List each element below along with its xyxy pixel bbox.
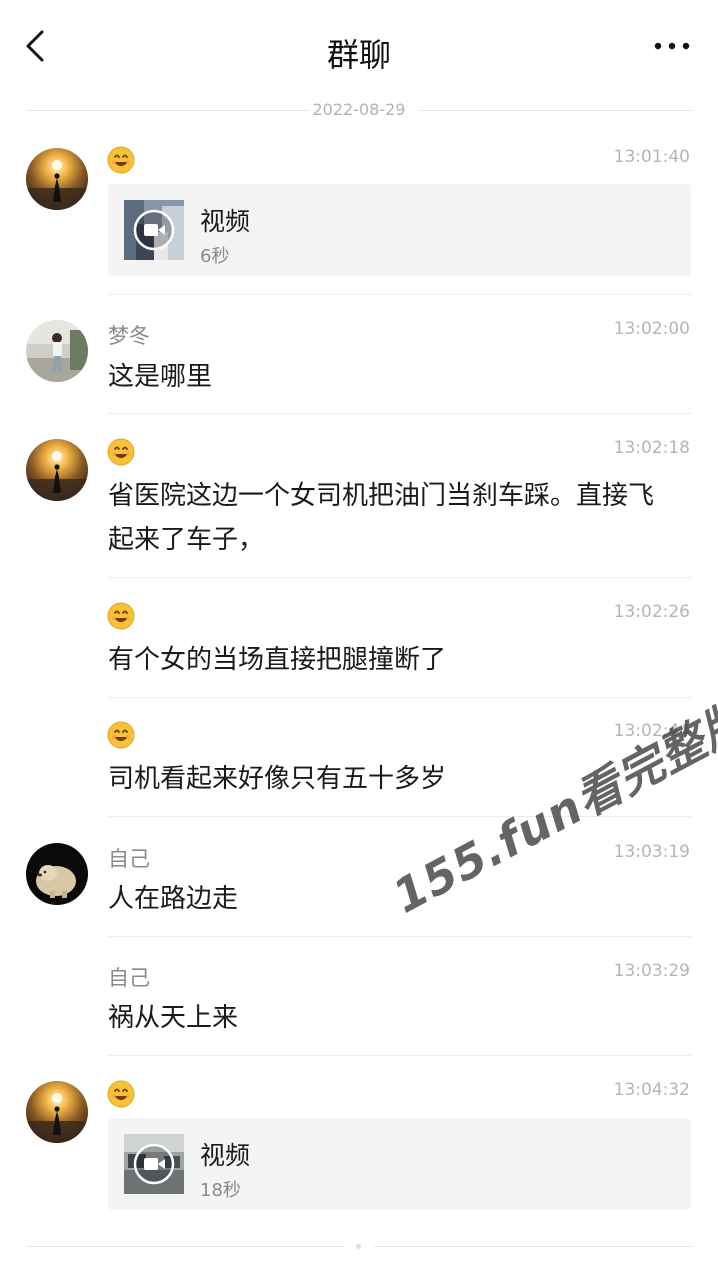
separator-dot bbox=[356, 1244, 361, 1249]
message-divider bbox=[108, 1055, 691, 1056]
chat-header: 群聊 bbox=[0, 0, 718, 98]
message-text: 有个女的当场直接把腿撞断了 bbox=[108, 645, 447, 675]
message-divider bbox=[108, 577, 691, 578]
message-time: 13:02:18 bbox=[613, 438, 690, 458]
avatar[interactable] bbox=[26, 843, 88, 905]
avatar[interactable] bbox=[26, 320, 88, 382]
message-item: 13:01:40 视频 6秒 bbox=[0, 140, 718, 300]
message-item: 13:02:26 有个女的当场直接把腿撞断了 bbox=[0, 597, 718, 701]
video-label: 视频 bbox=[200, 1141, 251, 1170]
avatar[interactable] bbox=[26, 439, 88, 501]
message-item: 13:02:18 省医院这边一个女司机把油门当刹车踩。直接飞起来了车子， bbox=[0, 430, 718, 582]
smiley-emoji-icon bbox=[107, 438, 135, 466]
page-title: 群聊 bbox=[326, 36, 391, 74]
message-time: 13:03:29 bbox=[613, 961, 690, 981]
message-divider bbox=[108, 294, 691, 295]
smiley-emoji-icon bbox=[107, 602, 135, 630]
video-duration: 18秒 bbox=[200, 1180, 241, 1201]
message-text: 祸从天上来 bbox=[108, 1003, 239, 1033]
message-item: 自己 13:03:29 祸从天上来 bbox=[0, 953, 718, 1057]
date-separator: 2022-08-29 bbox=[0, 100, 718, 122]
video-message-card[interactable]: 视频 18秒 bbox=[108, 1118, 691, 1210]
message-item: 梦冬 13:02:00 这是哪里 bbox=[0, 310, 718, 420]
smiley-emoji-icon bbox=[107, 1080, 135, 1108]
message-item: 13:04:32 视频 18秒 bbox=[0, 1072, 718, 1222]
bottom-separator bbox=[0, 1244, 718, 1250]
sender-name: 自己 bbox=[108, 847, 150, 871]
message-time: 13:03:19 bbox=[613, 842, 690, 862]
more-dots-icon[interactable] bbox=[652, 36, 692, 56]
video-message-card[interactable]: 视频 6秒 bbox=[108, 184, 691, 276]
message-time: 13:04:32 bbox=[613, 1080, 690, 1100]
sender-name: 梦冬 bbox=[108, 324, 150, 348]
smiley-emoji-icon bbox=[107, 721, 135, 749]
avatar[interactable] bbox=[26, 1081, 88, 1143]
sender-name: 自己 bbox=[108, 966, 150, 990]
video-label: 视频 bbox=[200, 207, 251, 236]
message-divider bbox=[108, 413, 691, 414]
smiley-emoji-icon bbox=[107, 146, 135, 174]
message-time: 13:02:00 bbox=[613, 319, 690, 339]
message-divider bbox=[108, 697, 691, 698]
message-time: 13:02:26 bbox=[613, 602, 690, 622]
video-duration: 6秒 bbox=[200, 246, 230, 267]
message-text: 这是哪里 bbox=[108, 362, 213, 392]
message-text: 省医院这边一个女司机把油门当刹车踩。直接飞起来了车子， bbox=[108, 481, 655, 555]
message-time: 13:01:40 bbox=[613, 147, 690, 167]
video-thumbnail bbox=[124, 200, 184, 260]
message-item: 自己 13:03:19 人在路边走 bbox=[0, 834, 718, 938]
avatar[interactable] bbox=[26, 148, 88, 210]
video-thumbnail bbox=[124, 1134, 184, 1194]
message-divider bbox=[108, 936, 691, 937]
